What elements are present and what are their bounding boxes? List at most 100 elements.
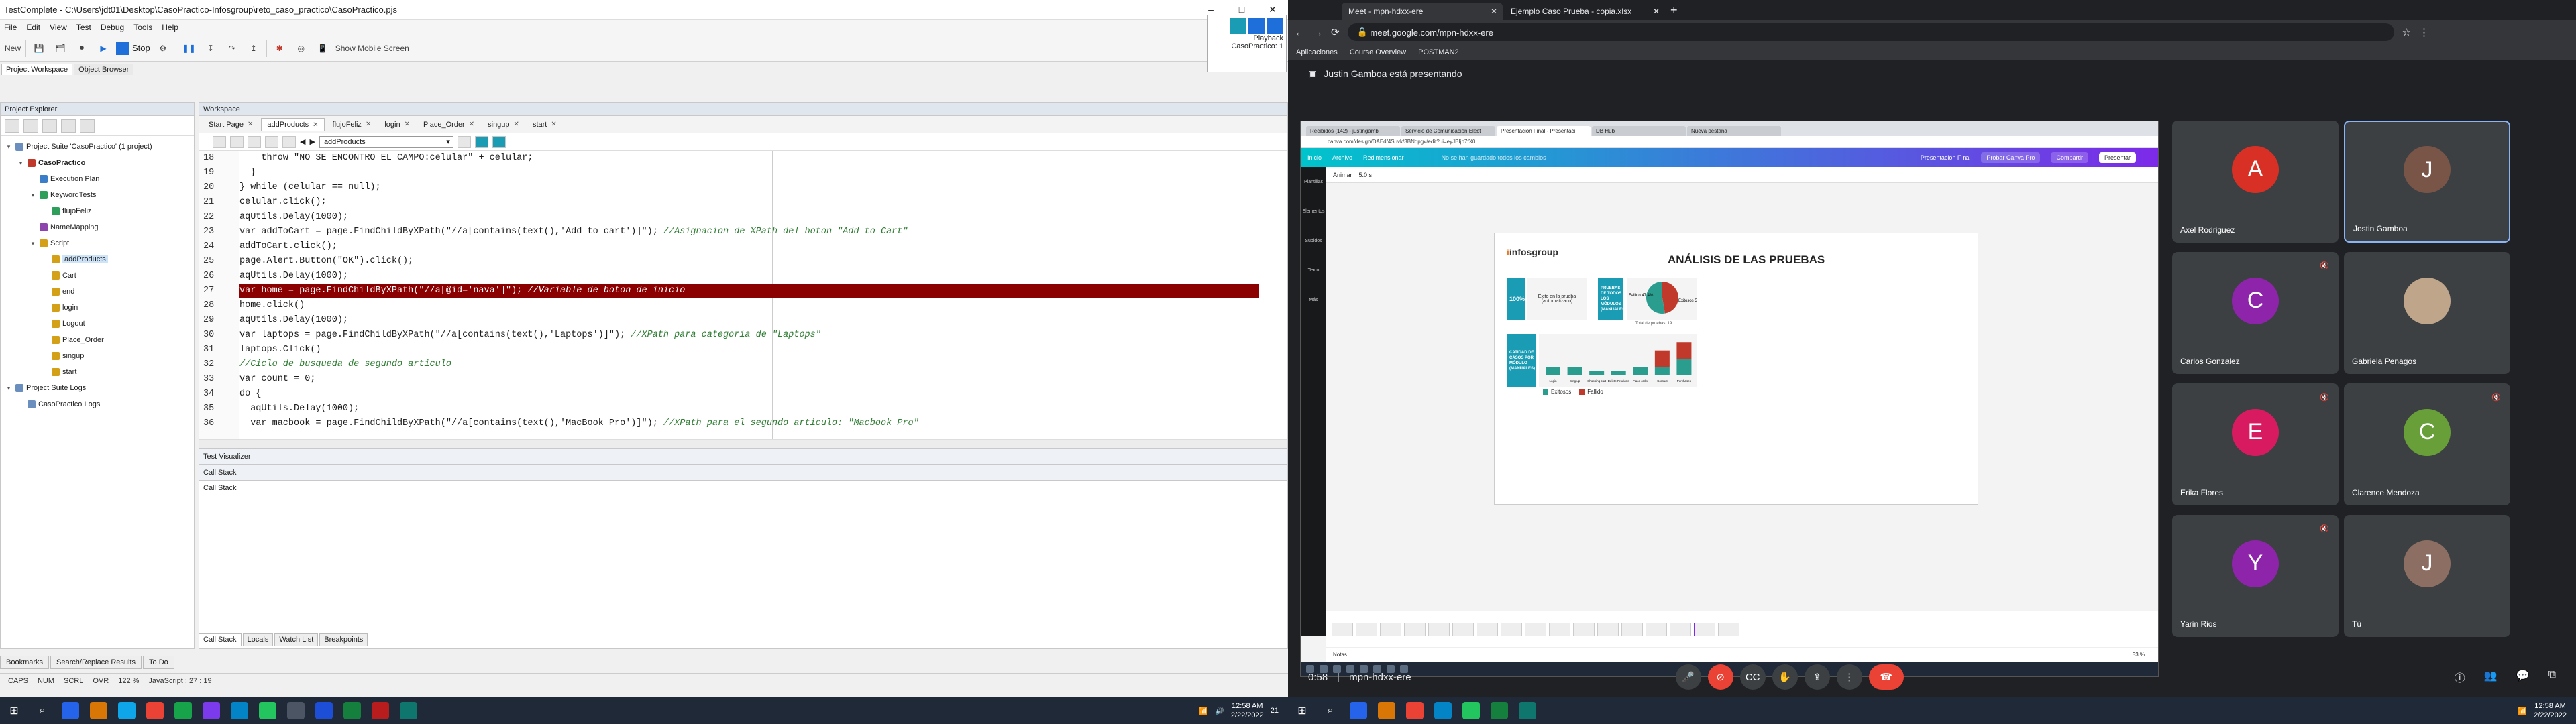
stop-button[interactable]: Stop	[116, 41, 150, 55]
tree-node[interactable]: start	[1, 364, 194, 380]
testcomplete-icon[interactable]	[1519, 702, 1536, 719]
tab-bookmarks[interactable]: Bookmarks	[0, 656, 50, 669]
tree-node[interactable]: addProducts	[1, 251, 194, 267]
tab-start[interactable]: start ✕	[527, 119, 562, 131]
pause-icon[interactable]	[1248, 18, 1265, 34]
show-mobile-screen-button[interactable]: Show Mobile Screen	[335, 40, 409, 57]
tree-node[interactable]: NameMapping	[1, 219, 194, 235]
menu-edit[interactable]: Edit	[26, 23, 40, 32]
tree-node[interactable]: ▾ CasoPractico	[1, 155, 194, 171]
outdent-icon[interactable]	[230, 135, 244, 148]
slide-thumbnail[interactable]	[1332, 622, 1353, 636]
search-icon[interactable]: ⌕	[31, 701, 54, 721]
url-field[interactable]: 🔒 meet.google.com/mpn-hdxx-ere	[1347, 23, 2394, 41]
powerpoint-icon[interactable]	[372, 702, 389, 719]
save-icon[interactable]: 💾	[30, 40, 48, 57]
vscode-icon[interactable]	[1434, 702, 1452, 719]
slide-thumbnail[interactable]	[1646, 622, 1667, 636]
stop-icon[interactable]	[1267, 18, 1283, 34]
tree-node[interactable]: end	[1, 284, 194, 300]
excel-icon[interactable]	[343, 702, 361, 719]
tree-node[interactable]: Cart	[1, 267, 194, 284]
participant-tile[interactable]: J Tú	[2344, 515, 2510, 637]
file-explorer-icon[interactable]	[90, 702, 107, 719]
spotify-icon[interactable]	[1462, 702, 1480, 719]
step-over-icon[interactable]: ↷	[223, 40, 241, 57]
run-icon[interactable]: ▶	[95, 40, 112, 57]
code-line[interactable]: 27 var home = page.FindChildByXPath("//a[…	[199, 284, 1287, 298]
tree-node[interactable]: Logout	[1, 316, 194, 332]
volume-icon[interactable]: 🔊	[1215, 707, 1224, 715]
bookmark-postman[interactable]: POSTMAN2	[1418, 48, 1459, 56]
forward-icon[interactable]: →	[1313, 27, 1323, 38]
tab-object-browser[interactable]: Object Browser	[74, 64, 134, 75]
toggle-icon[interactable]	[457, 135, 471, 148]
vscode-icon[interactable]	[231, 702, 248, 719]
save-all-icon[interactable]: 🗂	[52, 40, 69, 57]
code-line[interactable]: 24 addToCart.click();	[199, 239, 1287, 254]
run-icon[interactable]	[23, 119, 38, 133]
tab-singup[interactable]: singup ✕	[482, 119, 525, 131]
participant-tile[interactable]: C Carlos Gonzalez 🔇	[2172, 252, 2339, 374]
maximize-button[interactable]: □	[1226, 4, 1257, 15]
close-icon[interactable]: ✕	[469, 121, 474, 128]
tree-node[interactable]: CasoPractico Logs	[1, 396, 194, 412]
record-icon[interactable]: ⏺	[73, 40, 91, 57]
indent-icon[interactable]	[213, 135, 226, 148]
bookmark-course-overview[interactable]: Course Overview	[1350, 48, 1406, 56]
testcomplete-icon[interactable]	[400, 702, 417, 719]
info-icon[interactable]: ⓘ	[2455, 669, 2465, 685]
clock[interactable]: 12:58 AM 2/22/2022	[2534, 701, 2567, 720]
tab-breakpoints[interactable]: Breakpoints	[319, 633, 368, 646]
code-line[interactable]: 18 throw "NO SE ENCONTRO EL CAMPO:celula…	[199, 151, 1287, 166]
expand-icon[interactable]: ▾	[17, 160, 25, 167]
slide-thumbnail[interactable]	[1621, 622, 1643, 636]
tree-node[interactable]: Execution Plan	[1, 171, 194, 187]
menu-view[interactable]: View	[50, 23, 67, 32]
bold-icon[interactable]	[492, 135, 506, 148]
new-tab-icon[interactable]: +	[1670, 3, 1678, 17]
routine-select[interactable]: addProducts ▾	[319, 135, 453, 148]
tab-project-workspace[interactable]: Project Workspace	[1, 64, 73, 75]
close-icon[interactable]: ✕	[313, 121, 318, 129]
close-icon[interactable]: ✕	[405, 121, 410, 128]
code-line[interactable]: 35 aqUtils.Delay(1000);	[199, 402, 1287, 416]
back-icon[interactable]: ←	[1295, 27, 1305, 38]
slide-thumbnail[interactable]	[1718, 622, 1739, 636]
breakpoint-icon[interactable]	[474, 135, 488, 148]
code-line[interactable]: 23 var addToCart = page.FindChildByXPath(…	[199, 225, 1287, 239]
leave-call-button[interactable]: ☎	[1868, 664, 1904, 690]
menu-test[interactable]: Test	[76, 23, 91, 32]
app-icon[interactable]	[174, 702, 192, 719]
reload-icon[interactable]: ⟳	[1331, 26, 1340, 38]
test-visualizer-panel[interactable]: Test Visualizer	[199, 448, 1287, 465]
app-icon[interactable]	[1350, 702, 1367, 719]
code-line[interactable]: 29 aqUtils.Delay(1000);	[199, 313, 1287, 328]
tab-addproducts[interactable]: addProducts ✕	[261, 118, 325, 131]
menu-help[interactable]: Help	[162, 23, 178, 32]
menu-file[interactable]: File	[4, 23, 17, 32]
forward-icon[interactable]: ▶	[309, 137, 315, 146]
windows-start-icon[interactable]: ⊞	[1291, 701, 1313, 721]
search-icon[interactable]: ⌕	[1319, 701, 1342, 721]
back-icon[interactable]: ◀	[300, 137, 305, 146]
participant-tile[interactable]: A Axel Rodriguez	[2172, 121, 2339, 243]
tab-search-replace[interactable]: Search/Replace Results	[50, 656, 142, 669]
step-out-icon[interactable]: ↥	[245, 40, 262, 57]
checkpoint-icon[interactable]: ◎	[292, 40, 310, 57]
edge-icon[interactable]	[118, 702, 136, 719]
tab-todo[interactable]: To Do	[143, 656, 174, 669]
slide-thumbnail[interactable]	[1380, 622, 1401, 636]
tree-node[interactable]: login	[1, 300, 194, 316]
code-line[interactable]: 20} while (celular == null);	[199, 180, 1287, 195]
tree-node[interactable]: ▾ KeywordTests	[1, 187, 194, 203]
captions-icon[interactable]: CC	[1739, 664, 1766, 690]
excel-icon[interactable]	[1491, 702, 1508, 719]
word-icon[interactable]	[315, 702, 333, 719]
tree-node[interactable]: flujoFeliz	[1, 203, 194, 219]
save-icon[interactable]	[61, 119, 76, 133]
expand-icon[interactable]: ▾	[29, 192, 37, 199]
participant-tile[interactable]: C Clarence Mendoza 🔇	[2344, 383, 2510, 505]
uncomment-icon[interactable]	[265, 135, 278, 148]
tree-node[interactable]: ▾ Script	[1, 235, 194, 251]
